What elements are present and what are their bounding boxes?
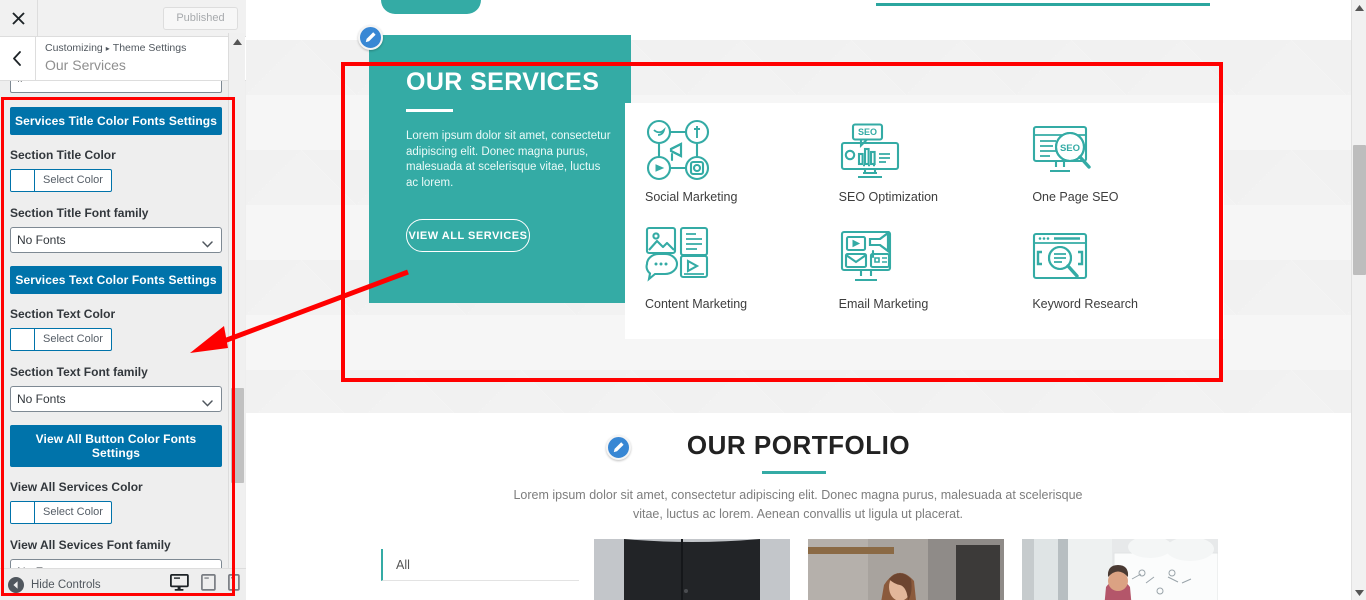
- pencil-edit-icon[interactable]: [606, 435, 631, 460]
- service-item-content-marketing[interactable]: Content Marketing: [633, 226, 827, 333]
- service-item-one-page-seo[interactable]: SEO One Page SEO: [1020, 119, 1214, 226]
- select-color-label: Select Color: [43, 333, 103, 345]
- services-section: OUR SERVICES Lorem ipsum dolor sit amet,…: [358, 25, 1224, 339]
- select-color-label: Select Color: [43, 174, 103, 186]
- view-all-services-font-family-wrap: No Fonts: [10, 559, 222, 568]
- back-button[interactable]: [0, 37, 36, 80]
- service-item-email-marketing[interactable]: Email Marketing: [827, 226, 1021, 333]
- portfolio-description: Lorem ipsum dolor sit amet, consectetur …: [513, 488, 1083, 521]
- view-all-services-color-label: View All Services Color: [10, 480, 143, 494]
- view-all-services-button[interactable]: VIEW ALL SERVICES: [406, 219, 530, 252]
- section-text-font-family-wrap: No Fonts: [10, 386, 222, 412]
- section-title-color-picker[interactable]: Select Color: [10, 169, 112, 192]
- section-title-color-label: Section Title Color: [10, 148, 116, 162]
- services-description: Lorem ipsum dolor sit amet, consectetur …: [406, 130, 611, 189]
- view-all-services-color-picker[interactable]: Select Color: [10, 501, 112, 524]
- section-text-color-label: Section Text Color: [10, 307, 116, 321]
- breadcrumb-separator-icon: ▸: [105, 44, 110, 53]
- section-title-font-family-select[interactable]: No Fonts: [10, 227, 222, 253]
- select-color-label: Select Color: [43, 506, 103, 518]
- hide-controls-button[interactable]: Hide Controls: [8, 576, 101, 593]
- preview-top-strip: [246, 0, 1351, 40]
- svg-text:SEO: SEO: [1060, 143, 1080, 154]
- service-label: Content Marketing: [645, 297, 748, 311]
- preview-scrollbar-thumb[interactable]: [1353, 145, 1366, 275]
- page-title: Our Services: [45, 57, 126, 73]
- breadcrumb: Customizing ▸ Theme Settings: [45, 41, 186, 56]
- hex-color-input[interactable]: [10, 81, 222, 93]
- sidebar-scrollbar[interactable]: [228, 33, 245, 583]
- portfolio-section: OUR PORTFOLIO Lorem ipsum dolor sit amet…: [246, 420, 1351, 600]
- services-grid: Social Marketing SEO SEO Optimization SE…: [625, 103, 1224, 339]
- partial-teal-button: [381, 0, 481, 14]
- content-marketing-icon: [645, 226, 827, 288]
- device-preview-switcher: [170, 574, 240, 591]
- teal-divider-rule: [876, 3, 1210, 6]
- service-item-social-marketing[interactable]: Social Marketing: [633, 119, 827, 226]
- breadcrumb-root: Customizing: [45, 42, 103, 54]
- section-text-font-family-select[interactable]: No Fonts: [10, 386, 222, 412]
- services-intro-panel: OUR SERVICES Lorem ipsum dolor sit amet,…: [369, 35, 631, 303]
- one-page-seo-icon: SEO: [1032, 119, 1214, 181]
- breadcrumb-section: Theme Settings: [112, 42, 187, 54]
- color-swatch: [11, 329, 35, 350]
- scroll-down-icon[interactable]: [1352, 585, 1366, 600]
- hide-controls-label: Hide Controls: [31, 578, 101, 591]
- email-marketing-icon: [839, 226, 1021, 288]
- services-title-color-fonts-settings-button[interactable]: Services Title Color Fonts Settings: [10, 107, 222, 135]
- scroll-up-icon[interactable]: [1352, 0, 1366, 15]
- service-label: Social Marketing: [645, 190, 738, 204]
- service-label: Email Marketing: [838, 297, 929, 311]
- customizer-topbar: Published: [0, 0, 246, 37]
- customizer-sidebar: Published Customizing ▸ Theme Settings Our…: [0, 0, 246, 600]
- color-swatch: [11, 502, 35, 523]
- portfolio-thumbnail[interactable]: [808, 539, 1004, 600]
- view-all-services-font-family-label: View All Sevices Font family: [10, 538, 171, 552]
- view-all-button-color-fonts-settings-button[interactable]: View All Button Color Fonts Settings: [10, 425, 222, 467]
- service-label: SEO Optimization: [838, 190, 938, 204]
- service-label: One Page SEO: [1032, 190, 1119, 204]
- mobile-icon[interactable]: [228, 574, 240, 591]
- keyword-research-icon: [1032, 226, 1214, 288]
- collapse-arrow-icon: [8, 576, 24, 593]
- portfolio-title-underline: [762, 471, 826, 474]
- portfolio-title: OUR PORTFOLIO: [686, 430, 911, 460]
- services-title-underline: [406, 109, 453, 112]
- screen-root: Published Customizing ▸ Theme Settings Our…: [0, 0, 1366, 600]
- portfolio-thumbnail[interactable]: [1022, 539, 1218, 600]
- seo-optimization-icon: SEO: [839, 119, 1021, 181]
- service-item-seo-optimization[interactable]: SEO SEO Optimization: [827, 119, 1021, 226]
- section-text-font-family-label: Section Text Font family: [10, 365, 148, 379]
- services-text-color-fonts-settings-button[interactable]: Services Text Color Fonts Settings: [10, 266, 222, 294]
- section-title-font-family-wrap: No Fonts: [10, 227, 222, 253]
- service-item-keyword-research[interactable]: Keyword Research: [1020, 226, 1214, 333]
- close-icon[interactable]: [0, 0, 38, 36]
- customizer-controls-scroll: Services Title Color Fonts Settings Sect…: [0, 81, 246, 568]
- scroll-up-icon[interactable]: [229, 33, 246, 50]
- svg-text:SEO: SEO: [858, 127, 877, 137]
- site-preview-pane: OUR SERVICES Lorem ipsum dolor sit amet,…: [246, 0, 1366, 600]
- section-title-font-family-label: Section Title Font family: [10, 206, 149, 220]
- customizer-footer: Hide Controls: [0, 568, 246, 600]
- portfolio-filter-label: All: [396, 557, 410, 572]
- pencil-edit-icon[interactable]: [358, 25, 383, 50]
- service-label: Keyword Research: [1032, 297, 1138, 311]
- services-grid-panel: Social Marketing SEO SEO Optimization SE…: [625, 103, 1224, 339]
- customizer-header-text: Customizing ▸ Theme Settings Our Services: [36, 37, 186, 80]
- view-all-services-font-family-select[interactable]: No Fonts: [10, 559, 222, 568]
- color-swatch: [11, 170, 35, 191]
- portfolio-filter-all[interactable]: All: [381, 549, 579, 581]
- preview-scrollbar[interactable]: [1351, 0, 1366, 600]
- publish-button[interactable]: Published: [163, 7, 238, 30]
- portfolio-thumbnail[interactable]: [594, 539, 790, 600]
- desktop-icon[interactable]: [170, 574, 189, 591]
- section-text-color-picker[interactable]: Select Color: [10, 328, 112, 351]
- sidebar-scrollbar-thumb[interactable]: [231, 388, 244, 483]
- customizer-controls-list: Services Title Color Fonts Settings Sect…: [0, 81, 232, 568]
- tablet-icon[interactable]: [201, 574, 216, 591]
- customizer-header: Customizing ▸ Theme Settings Our Services: [0, 37, 246, 81]
- services-title: OUR SERVICES: [406, 68, 600, 96]
- social-marketing-icon: [645, 119, 827, 181]
